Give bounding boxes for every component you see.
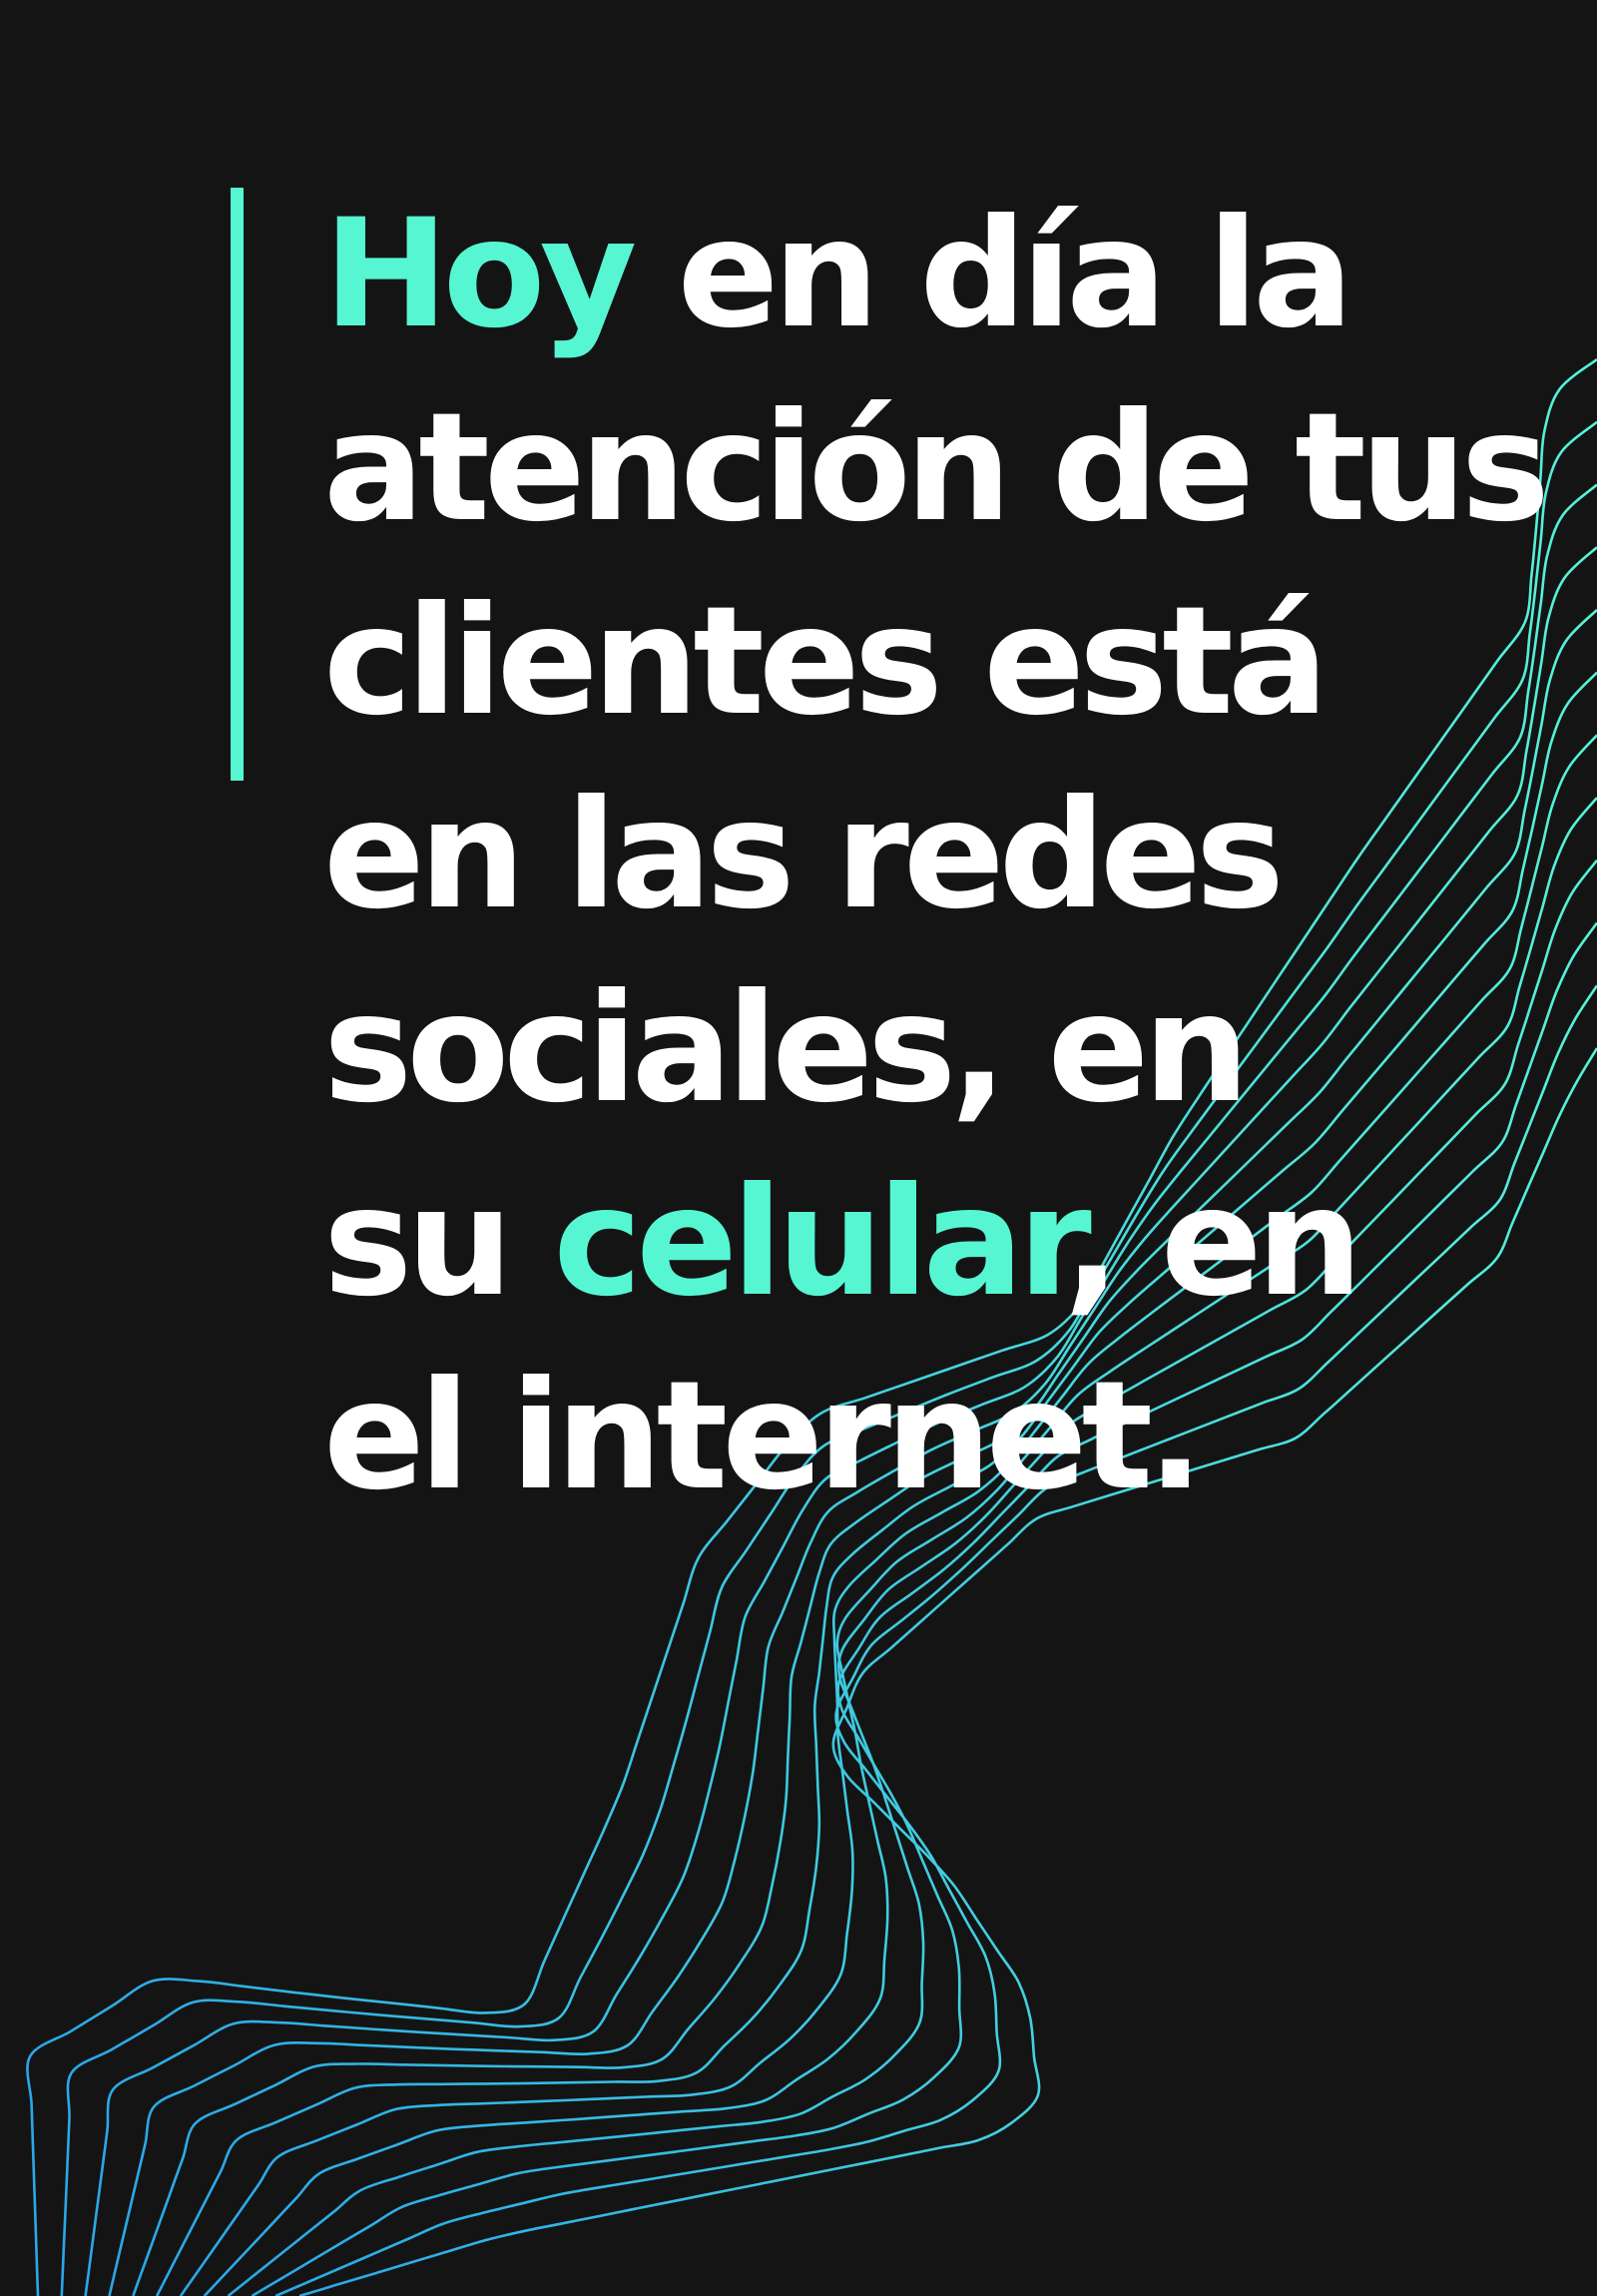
headline-line: atención de tus	[323, 371, 1550, 565]
headline: Hoy en día la atención de tus clientes est…	[323, 178, 1550, 1533]
headline-text: , en	[1063, 1156, 1363, 1330]
headline-line: Hoy en día la	[323, 178, 1541, 371]
headline-text: en día la	[631, 188, 1354, 361]
headline-text: clientes está	[323, 575, 1329, 749]
headline-line: el internet.	[323, 1340, 1541, 1533]
headline-text: atención de tus	[323, 381, 1550, 555]
headline-text: sociales, en	[323, 962, 1250, 1136]
headline-highlight: Hoy	[323, 188, 637, 361]
headline-text: su	[323, 1156, 554, 1330]
headline-line: clientes está	[323, 565, 1541, 759]
accent-bar	[231, 188, 244, 781]
headline-line: en las redes	[323, 759, 1541, 952]
headline-text: el internet.	[323, 1350, 1204, 1523]
headline-line: su celular, en	[323, 1146, 1541, 1340]
headline-line: sociales, en	[323, 952, 1541, 1146]
headline-text: en las redes	[323, 769, 1285, 942]
headline-highlight: celular	[553, 1156, 1069, 1330]
